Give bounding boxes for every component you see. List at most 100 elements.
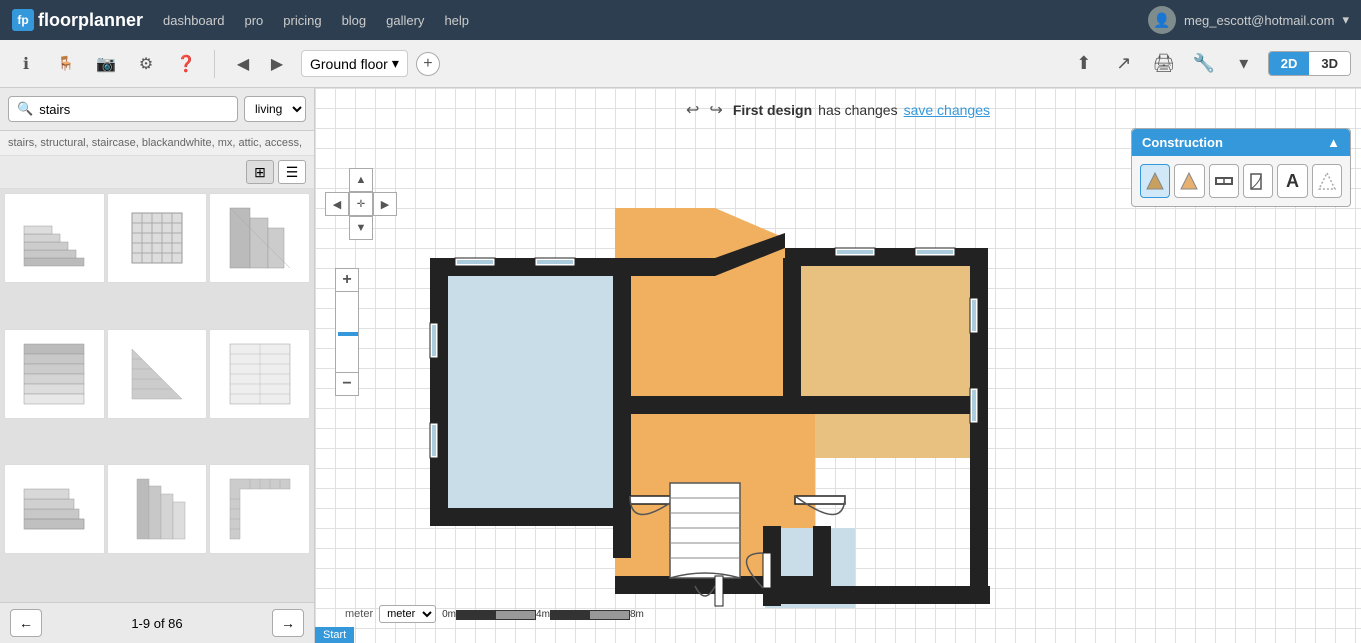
stair-item-8[interactable]	[107, 464, 208, 554]
scale-segment-1	[456, 610, 536, 620]
search-icon: 🔍	[17, 101, 33, 117]
search-bar: 🔍 living	[0, 88, 314, 131]
right-toolbar: ⬆ ↗ 🖨 🔧 ▾ 2D 3D	[1068, 48, 1351, 80]
pagination: ← 1-9 of 86 →	[0, 602, 314, 643]
nav-gallery[interactable]: gallery	[386, 13, 424, 28]
nav-dashboard[interactable]: dashboard	[163, 13, 224, 28]
nav-left-button[interactable]: ◀	[325, 192, 349, 216]
top-navigation: fp floorplanner dashboard pro pricing bl…	[0, 0, 1361, 40]
stair-item-2[interactable]	[107, 193, 208, 283]
room-tool[interactable]	[1174, 164, 1204, 198]
pagination-text: 1-9 of 86	[131, 616, 182, 631]
stair-item-3[interactable]	[209, 193, 310, 283]
settings-button[interactable]: ⚙	[130, 48, 162, 80]
construction-collapse-icon: ▲	[1327, 135, 1340, 150]
scale-label-8: 8m	[630, 609, 644, 620]
prev-page-button[interactable]: ←	[10, 609, 42, 637]
zoom-in-button[interactable]: +	[335, 268, 359, 292]
stair-item-7[interactable]	[4, 464, 105, 554]
nav-down-button[interactable]: ▼	[349, 216, 373, 240]
stair-svg-7	[19, 474, 89, 544]
export-button[interactable]: ↗	[1108, 48, 1140, 80]
stair-svg-6	[225, 339, 295, 409]
logo-icon: fp	[12, 9, 34, 31]
cross-empty-4	[373, 216, 397, 240]
list-view-button[interactable]: ☰	[278, 160, 306, 184]
design-label: ↩ ↪ First design has changes save change…	[686, 100, 990, 120]
text-tool[interactable]: A	[1277, 164, 1307, 198]
share-button[interactable]: ⬆	[1068, 48, 1100, 80]
search-input[interactable]	[39, 102, 229, 117]
print-button[interactable]: 🖨	[1148, 48, 1180, 80]
save-changes-link[interactable]: save changes	[904, 102, 990, 118]
wall-icon	[1145, 171, 1165, 191]
user-email: meg_escott@hotmail.com	[1184, 13, 1334, 28]
help-button[interactable]: ❓	[170, 48, 202, 80]
redo-button[interactable]: ↪	[709, 100, 722, 120]
stair-svg-3	[225, 203, 295, 273]
stair-item-4[interactable]	[4, 329, 105, 419]
scale-unit-select[interactable]: meter feet	[379, 605, 436, 623]
nav-pro[interactable]: pro	[244, 13, 263, 28]
config-dropdown-button[interactable]: ▾	[1228, 48, 1260, 80]
scale-segment-2	[550, 610, 630, 620]
area-icon	[1317, 171, 1337, 191]
floor-nav-arrows: ◀ ▶	[227, 48, 293, 80]
app-logo[interactable]: fp floorplanner	[12, 9, 143, 31]
next-floor-button[interactable]: ▶	[261, 48, 293, 80]
canvas-area[interactable]: ↩ ↪ First design has changes save change…	[315, 88, 1361, 643]
wall-tool[interactable]	[1140, 164, 1170, 198]
search-input-wrap[interactable]: 🔍	[8, 96, 238, 122]
scale-unit: meter	[345, 608, 373, 620]
has-changes-text: has changes	[818, 102, 897, 118]
separator-1	[214, 50, 215, 78]
prev-floor-button[interactable]: ◀	[227, 48, 259, 80]
zoom-scale	[335, 292, 359, 372]
bottom-status: Start	[315, 627, 354, 643]
nav-right-button[interactable]: ▶	[373, 192, 397, 216]
window-tool[interactable]	[1209, 164, 1239, 198]
design-name: First design	[733, 102, 812, 118]
view-mode-row: ⊞ ☰	[0, 156, 314, 189]
stair-item-9[interactable]	[209, 464, 310, 554]
stair-item-1[interactable]	[4, 193, 105, 283]
camera-button[interactable]: 📷	[90, 48, 122, 80]
next-page-button[interactable]: →	[272, 609, 304, 637]
add-floor-button[interactable]: +	[416, 52, 440, 76]
undo-button[interactable]: ↩	[686, 100, 699, 120]
floor-dropdown-icon: ▾	[392, 55, 399, 72]
start-label: Start	[323, 629, 346, 641]
construction-title: Construction	[1142, 135, 1223, 150]
nav-up-button[interactable]: ▲	[349, 168, 373, 192]
floor-selector[interactable]: Ground floor ▾	[301, 50, 408, 77]
door-tool[interactable]	[1243, 164, 1273, 198]
logo-text: floorplanner	[38, 10, 143, 31]
stair-item-5[interactable]	[107, 329, 208, 419]
items-grid	[0, 189, 314, 602]
nav-blog[interactable]: blog	[342, 13, 367, 28]
zoom-indicator	[338, 332, 358, 336]
room-icon	[1179, 171, 1199, 191]
stair-item-6[interactable]	[209, 329, 310, 419]
area-tool[interactable]	[1312, 164, 1342, 198]
view-3d-button[interactable]: 3D	[1309, 52, 1350, 75]
config-button[interactable]: 🔧	[1188, 48, 1220, 80]
add-floor-icon: +	[423, 55, 432, 73]
window-icon	[1214, 171, 1234, 191]
main-toolbar: ℹ 🪑 📷 ⚙ ❓ ◀ ▶ Ground floor ▾ + ⬆ ↗ 🖨 🔧 ▾…	[0, 40, 1361, 88]
info-button[interactable]: ℹ	[10, 48, 42, 80]
cross-empty-2	[373, 168, 397, 192]
nav-help[interactable]: help	[444, 13, 469, 28]
nav-pricing[interactable]: pricing	[283, 13, 321, 28]
scale-ruler: 0m 4m 8m	[442, 609, 644, 620]
grid-view-button[interactable]: ⊞	[246, 160, 274, 184]
furniture-button[interactable]: 🪑	[50, 48, 82, 80]
category-select[interactable]: living	[244, 96, 306, 122]
nav-center-button[interactable]: ✛	[349, 192, 373, 216]
user-avatar: 👤	[1148, 6, 1176, 34]
user-menu[interactable]: 👤 meg_escott@hotmail.com ▾	[1148, 6, 1349, 34]
stair-svg-8	[122, 474, 192, 544]
zoom-out-button[interactable]: −	[335, 372, 359, 396]
view-2d-button[interactable]: 2D	[1269, 52, 1310, 75]
construction-header[interactable]: Construction ▲	[1132, 129, 1350, 156]
